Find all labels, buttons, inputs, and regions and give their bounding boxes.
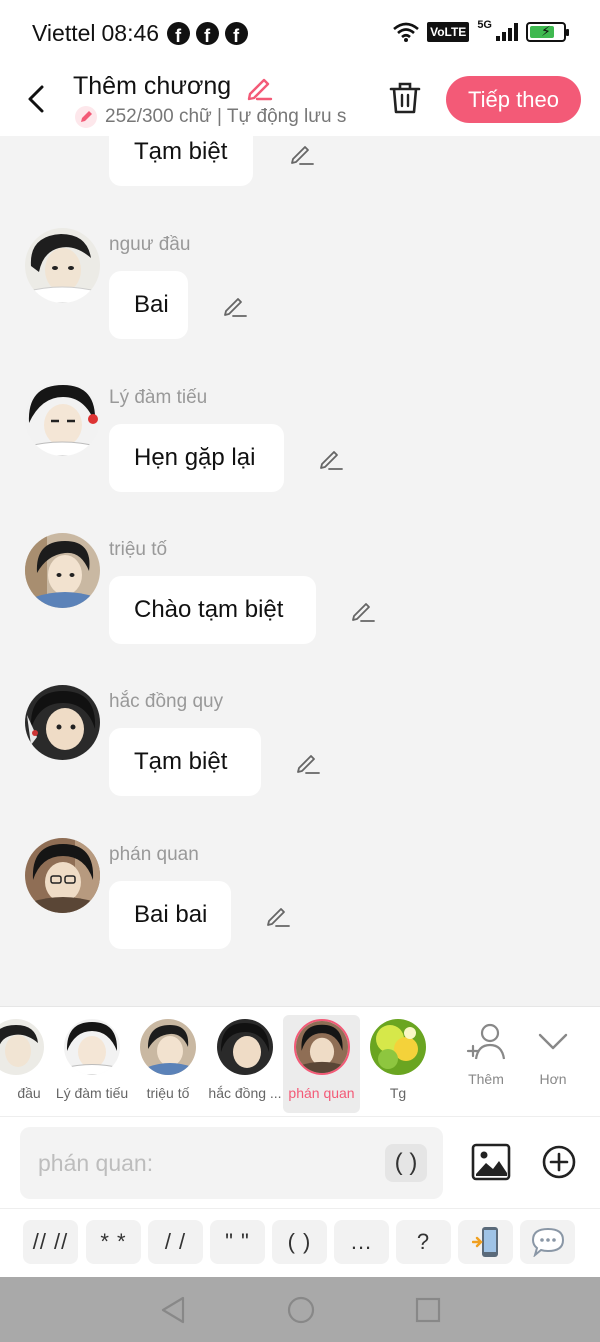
character-option-label: phán quan — [288, 1085, 355, 1101]
character-option-label: Lý đàm tiếu — [55, 1085, 129, 1101]
quick-insert-bar: // // * * / / " " ( ) ... ? — [0, 1208, 600, 1277]
trash-icon[interactable] — [388, 80, 422, 116]
battery-icon: ⚡ — [526, 22, 569, 42]
phone-action-chip[interactable] — [458, 1220, 513, 1264]
snippet-chip[interactable]: ( ) — [272, 1220, 327, 1264]
character-option-label: hắc đồng ... — [208, 1085, 282, 1101]
recents-nav-icon[interactable] — [414, 1296, 442, 1324]
carrier-label: Viettel — [32, 20, 96, 46]
page-title[interactable]: Thêm chương — [73, 72, 231, 101]
wifi-icon — [393, 22, 419, 42]
character-option[interactable]: triệu tố — [140, 1019, 196, 1101]
chevron-down-icon — [538, 1033, 568, 1050]
system-navigation-bar — [0, 1277, 600, 1342]
character-picker: đầu Lý đàm tiếu triệu tố hắc đồng ... ph… — [0, 1006, 600, 1116]
character-option[interactable]: đầu — [0, 1019, 44, 1101]
character-option[interactable]: Lý đàm tiếu — [51, 1019, 133, 1101]
character-avatar — [370, 1019, 426, 1075]
mobile-phone-icon — [471, 1227, 498, 1257]
character-avatar — [140, 1019, 196, 1075]
pen-icon — [75, 106, 97, 128]
chat-area[interactable]: Tạm biệt nguư đầu Bai Lý đàm tiếu Hẹn gặ… — [0, 136, 600, 1006]
signal-icon — [496, 23, 518, 41]
character-option-label: đầu — [17, 1085, 41, 1101]
facebook-notification-icon: f — [225, 22, 249, 45]
network-type-label: 5G — [477, 19, 492, 31]
snippet-chip[interactable]: // // — [23, 1220, 78, 1264]
snippet-chip[interactable]: ... — [334, 1220, 389, 1264]
edit-message-icon[interactable] — [265, 902, 291, 928]
compose-row: phán quan: ( ) — [0, 1116, 600, 1208]
image-icon[interactable] — [471, 1143, 511, 1181]
character-avatar — [64, 1019, 120, 1075]
status-bar: Viettel 08:46 f f f VoLTE 5G ⚡ — [0, 0, 600, 68]
character-avatar — [293, 1019, 350, 1075]
character-option[interactable]: Tg — [370, 1019, 426, 1101]
snippet-chip[interactable]: ? — [396, 1220, 451, 1264]
message-bubble[interactable]: Bai — [109, 271, 188, 339]
word-count-text: 252/300 chữ | Tự động lưu s — [105, 106, 347, 127]
message-bubble[interactable]: Bai bai — [109, 881, 231, 949]
character-option-selected[interactable]: phán quan — [283, 1019, 360, 1101]
snippet-chip[interactable]: / / — [148, 1220, 203, 1264]
facebook-notification-icon: f — [167, 22, 191, 45]
speech-bubble-icon — [531, 1227, 564, 1257]
character-option-label: Tg — [389, 1085, 407, 1101]
character-name: phán quan — [109, 844, 199, 865]
insert-parentheses-button[interactable]: ( ) — [385, 1144, 427, 1182]
back-nav-icon[interactable] — [159, 1295, 187, 1325]
word-count-line: 252/300 chữ | Tự động lưu s — [75, 106, 360, 128]
home-nav-icon[interactable] — [286, 1295, 316, 1325]
character-option-label: triệu tố — [146, 1085, 190, 1101]
edit-message-icon[interactable] — [295, 749, 321, 775]
add-person-icon — [466, 1023, 506, 1060]
message-bubble[interactable]: Tạm biệt — [109, 136, 253, 186]
character-option[interactable]: hắc đồng ... — [204, 1019, 286, 1101]
clock: 08:46 — [101, 20, 160, 46]
message-input[interactable]: phán quan: ( ) — [20, 1127, 443, 1199]
snippet-chip[interactable]: " " — [210, 1220, 265, 1264]
back-arrow-icon[interactable] — [22, 82, 52, 116]
character-avatar[interactable] — [25, 381, 100, 456]
character-avatar — [217, 1019, 273, 1075]
editor-header: Thêm chương 252/300 chữ | Tự động lưu s … — [0, 68, 600, 136]
character-name: nguư đầu — [109, 234, 191, 255]
character-avatar[interactable] — [25, 685, 100, 760]
character-name: hắc đồng quy — [109, 691, 224, 712]
character-avatar[interactable] — [25, 228, 100, 303]
edit-title-icon[interactable] — [244, 72, 274, 102]
character-name: triệu tố — [109, 539, 168, 560]
add-character-button[interactable]: Thêm — [466, 1023, 506, 1087]
volte-badge: VoLTE — [427, 22, 470, 42]
facebook-notification-icon: f — [196, 22, 220, 45]
add-circle-icon[interactable] — [542, 1145, 576, 1179]
message-bubble[interactable]: Chào tạm biệt — [109, 576, 316, 644]
edit-message-icon[interactable] — [318, 445, 344, 471]
speech-bubble-chip[interactable] — [520, 1220, 575, 1264]
more-characters-button[interactable]: Hơn — [538, 1023, 568, 1087]
character-avatar[interactable] — [25, 838, 100, 913]
character-name: Lý đàm tiếu — [109, 387, 208, 408]
edit-message-icon[interactable] — [350, 597, 376, 623]
snippet-chip[interactable]: * * — [86, 1220, 141, 1264]
edit-message-icon[interactable] — [289, 140, 315, 166]
more-characters-label: Hơn — [539, 1071, 567, 1087]
message-input-placeholder: phán quan: — [38, 1149, 154, 1176]
message-bubble[interactable]: Tạm biệt — [109, 728, 261, 796]
character-avatar — [0, 1019, 44, 1075]
next-button[interactable]: Tiếp theo — [446, 76, 581, 123]
add-character-label: Thêm — [468, 1071, 504, 1087]
character-avatar[interactable] — [25, 533, 100, 608]
edit-message-icon[interactable] — [222, 292, 248, 318]
message-bubble[interactable]: Hẹn gặp lại — [109, 424, 284, 492]
